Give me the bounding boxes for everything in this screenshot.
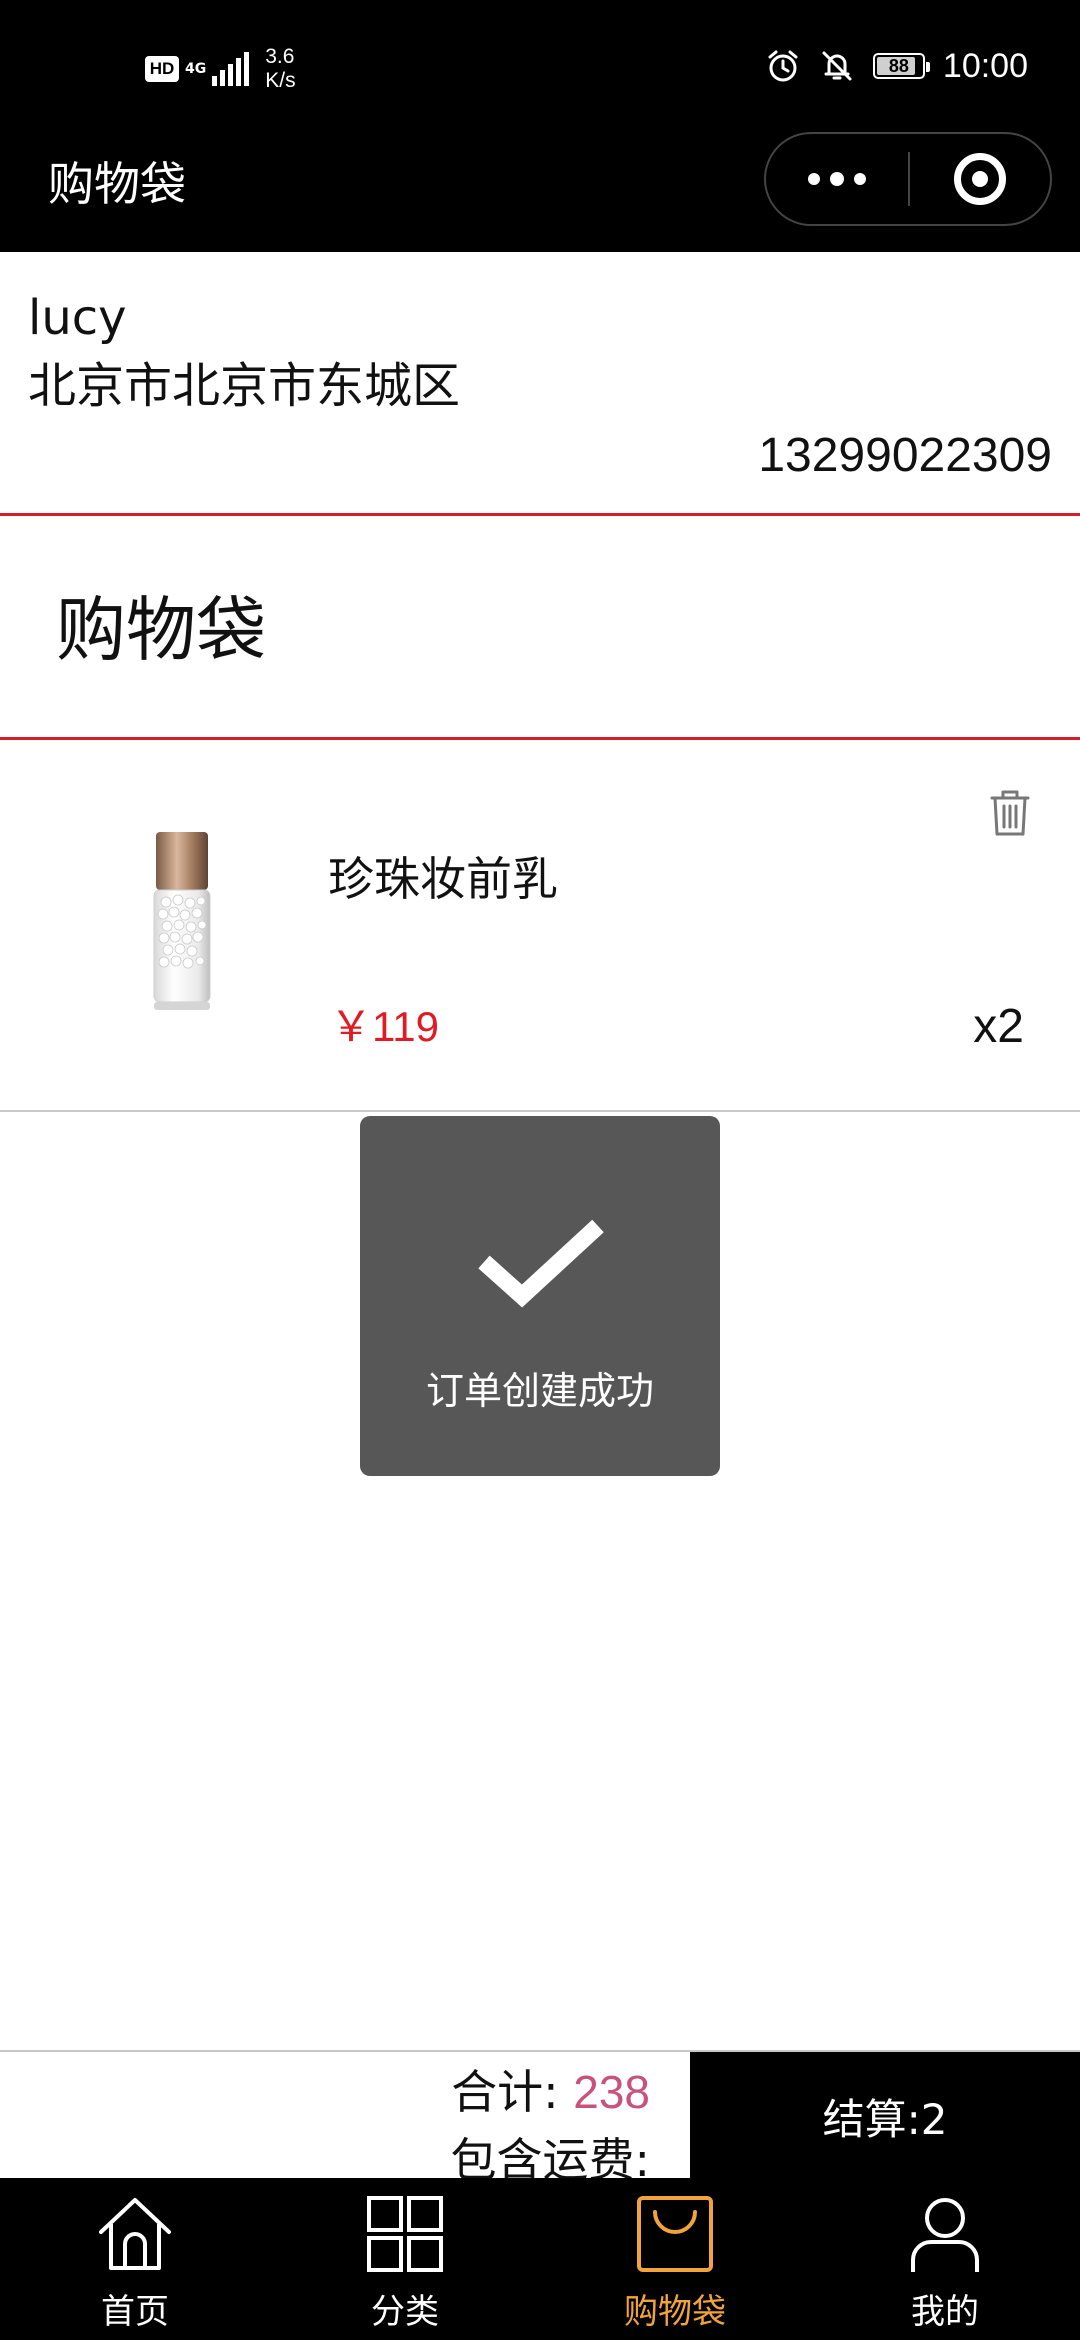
more-dot-icon: [854, 173, 866, 185]
network-speed: 3.6 K/s: [265, 45, 295, 93]
shipping-line: 包含运费:: [450, 2133, 651, 2178]
tab-label-category: 分类: [371, 2292, 439, 2332]
user-icon: [911, 2198, 979, 2272]
recipient-phone: 13299022309: [758, 429, 1052, 482]
more-dot-icon: [808, 173, 820, 185]
tab-bar: 首页 分类 购物袋 我的: [0, 2178, 1080, 2340]
mini-program-capsule: [764, 132, 1052, 226]
order-summary-bar: 合计: 238 包含运费: 结算:2: [0, 2050, 1080, 2178]
tab-bag[interactable]: 购物袋: [540, 2178, 810, 2340]
cart-item[interactable]: 珍珠妆前乳 ￥119 x2: [0, 740, 1080, 1112]
tab-label-bag: 购物袋: [624, 2292, 726, 2332]
battery-icon: 88: [872, 53, 930, 79]
bag-icon: [637, 2196, 713, 2272]
product-quantity: x2: [973, 1000, 1024, 1053]
signal-icon: [212, 52, 250, 86]
success-toast: 订单创建成功: [360, 1116, 720, 1476]
nav-bar: 购物袋: [0, 130, 1080, 252]
more-button[interactable]: [766, 134, 908, 224]
section-title: 购物袋: [56, 589, 266, 671]
recipient-region: 北京市北京市东城区: [28, 358, 461, 414]
total-label: 合计:: [451, 2065, 559, 2119]
tab-profile[interactable]: 我的: [810, 2178, 1080, 2340]
grid-icon: [367, 2196, 443, 2272]
trash-icon[interactable]: [982, 784, 1038, 840]
battery-level: 88: [888, 55, 909, 76]
page-title: 购物袋: [48, 157, 186, 211]
tab-home[interactable]: 首页: [0, 2178, 270, 2340]
checkmark-icon: [478, 1219, 604, 1308]
product-name[interactable]: 珍珠妆前乳: [328, 850, 558, 908]
status-right: 88 10:00: [765, 44, 1028, 88]
total-line: 合计: 238: [451, 2062, 650, 2122]
tab-label-profile: 我的: [911, 2292, 979, 2332]
shipping-address[interactable]: lucy 北京市北京市东城区 13299022309: [0, 252, 1080, 516]
speed-value: 3.6: [265, 45, 295, 68]
mute-icon: [822, 51, 852, 81]
tab-category[interactable]: 分类: [270, 2178, 540, 2340]
close-button[interactable]: [910, 134, 1050, 224]
total-amount: 238: [573, 2066, 650, 2118]
product-image[interactable]: [150, 830, 220, 1012]
checkout-button[interactable]: 结算:2: [690, 2052, 1080, 2178]
status-left: HD 4G 3.6 K/s: [145, 44, 296, 94]
cart-section-header: 购物袋: [0, 516, 1080, 740]
recipient-name: lucy: [28, 290, 127, 346]
tab-label-home: 首页: [101, 2292, 169, 2332]
clock: 10:00: [942, 46, 1028, 85]
speed-unit: K/s: [265, 69, 296, 92]
product-price: ￥119: [330, 1003, 439, 1050]
home-icon: [99, 2198, 171, 2270]
more-dot-icon: [830, 172, 844, 186]
network-type: 4G: [185, 61, 207, 77]
toast-message: 订单创建成功: [425, 1369, 654, 1413]
target-icon: [953, 153, 1006, 205]
status-bar: HD 4G 3.6 K/s 88 10:00: [0, 0, 1080, 130]
alarm-icon: [768, 50, 798, 82]
hd-badge: HD: [145, 56, 179, 82]
